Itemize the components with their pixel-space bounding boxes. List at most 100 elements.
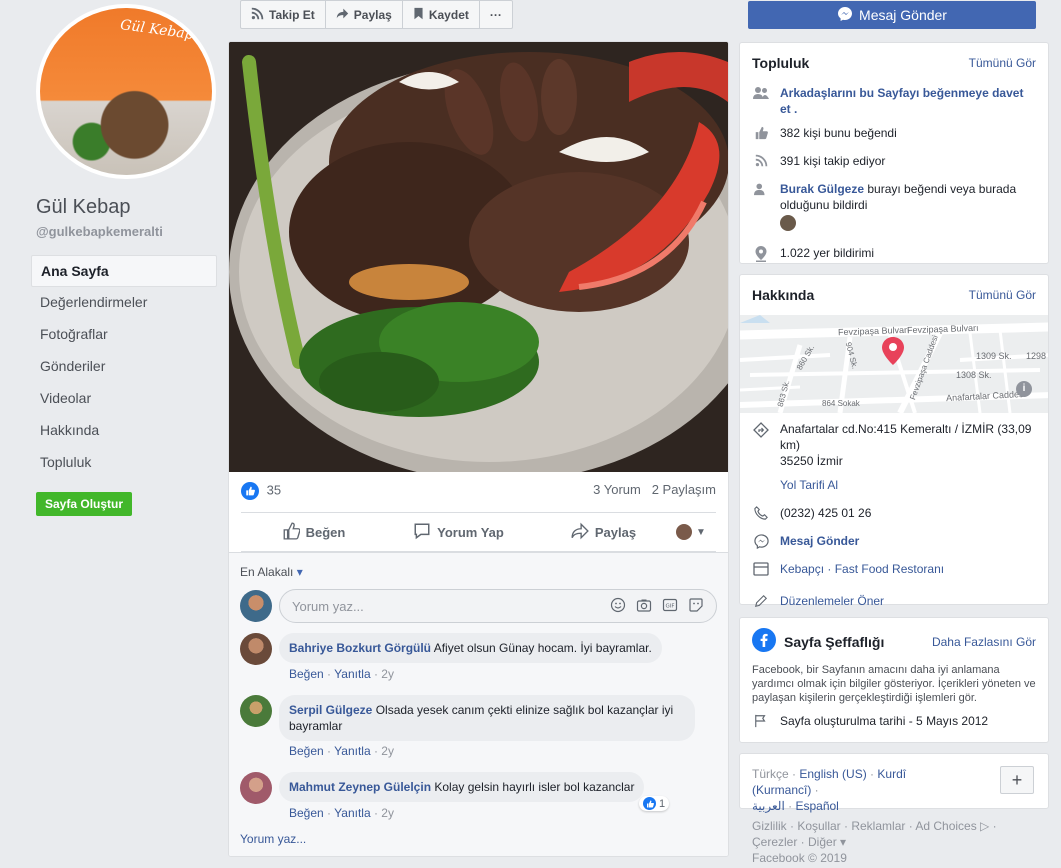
nav-item-videos[interactable]: Videolar [31, 383, 217, 415]
location-pin-icon [752, 245, 770, 262]
gif-icon[interactable]: GIF [662, 597, 678, 616]
about-send-message-link[interactable]: Mesaj Gönder [780, 533, 859, 549]
comment-reaction-count: 1 [659, 797, 666, 810]
sticker-icon[interactable] [688, 597, 704, 616]
avatar[interactable] [240, 633, 272, 665]
nav-item-community[interactable]: Topluluk [31, 447, 217, 479]
chevron-down-icon: ▼ [696, 526, 706, 538]
comment-reply-link[interactable]: Yanıtla [334, 667, 370, 681]
community-see-all-link[interactable]: Tümünü Gör [969, 56, 1036, 70]
reaction-summary[interactable]: 35 [241, 482, 281, 500]
comment-like-link[interactable]: Beğen [289, 667, 324, 681]
avatar[interactable] [780, 215, 796, 231]
food-photo-drawing [229, 42, 728, 472]
more-languages-button[interactable]: + [1000, 766, 1034, 794]
nav-item-reviews[interactable]: Değerlendirmeler [31, 287, 217, 319]
invite-friends-icon [752, 85, 770, 100]
footer-links[interactable]: Gizlilik · Koşullar · Reklamlar · Ad Cho… [752, 818, 1042, 834]
phone-icon [752, 505, 770, 520]
nav-item-posts[interactable]: Gönderiler [31, 351, 217, 383]
send-message-button[interactable]: Mesaj Gönder [748, 1, 1036, 29]
checkin-friend-name[interactable]: Burak Gülgeze [780, 182, 864, 196]
category-icon [752, 561, 770, 576]
more-options-button[interactable]: ··· [480, 1, 512, 28]
location-map[interactable]: Fevzipaşa Bulvarı Fevzipaşa Bulvarı 860 … [740, 315, 1048, 413]
map-label: 1309 Sk. [976, 351, 1012, 361]
comment-like-link[interactable]: Beğen [289, 806, 324, 820]
language-link[interactable]: English (US) [799, 767, 866, 781]
map-label: 864 Sokak [822, 399, 860, 408]
community-title: Topluluk [752, 55, 810, 71]
comment-time[interactable]: 2y [381, 667, 394, 681]
comment-button[interactable]: Yorum Yap [386, 522, 531, 543]
about-see-all-link[interactable]: Tümünü Gör [969, 288, 1036, 302]
page-categories[interactable]: Kebapçı · Fast Food Restoranı [780, 561, 944, 577]
post-photo[interactable] [229, 42, 728, 472]
avatar[interactable] [240, 772, 272, 804]
comment-reply-link[interactable]: Yanıtla [334, 744, 370, 758]
checkin-friend-text: Burak Gülgeze burayı beğendi veya burada… [780, 181, 1036, 235]
comment-time[interactable]: 2y [381, 744, 394, 758]
like-label: Beğen [305, 524, 346, 540]
phone-number: (0232) 425 01 26 [780, 506, 872, 520]
language-link[interactable]: Español [795, 799, 838, 813]
comment-time[interactable]: 2y [381, 806, 394, 820]
language-link[interactable]: العربية [752, 799, 785, 813]
about-card: Hakkında Tümünü Gör Fevzipaşa Bulvarı Fe… [739, 274, 1049, 608]
nav-item-photos[interactable]: Fotoğraflar [31, 319, 217, 351]
thumbs-up-icon [752, 125, 770, 140]
comment-like-link[interactable]: Beğen [289, 744, 324, 758]
comment-sort-dropdown[interactable]: En Alakalı ▾ [240, 565, 303, 579]
suggest-edits-link[interactable]: Düzenlemeler Öner [780, 593, 884, 609]
emoji-icon[interactable] [610, 597, 626, 616]
share-post-button[interactable]: Paylaş [531, 522, 676, 543]
write-comment-link[interactable]: Yorum yaz... [240, 832, 306, 846]
comment-author[interactable]: Bahriye Bozkurt Görgülü [289, 641, 431, 655]
checkins-count-text: 1.022 yer bildirimi [780, 246, 875, 260]
rss-icon [251, 7, 264, 23]
avatar[interactable] [240, 695, 272, 727]
save-button[interactable]: Kaydet [403, 1, 480, 28]
get-directions-link[interactable]: Yol Tarifi Al [780, 477, 838, 493]
comment-count[interactable]: 3 Yorum [593, 482, 641, 497]
address-postal: 35250 İzmir [780, 454, 843, 468]
about-title: Hakkında [752, 287, 815, 303]
person-icon [752, 181, 770, 196]
create-page-button[interactable]: Sayfa Oluştur [36, 492, 133, 516]
nav-item-about[interactable]: Hakkında [31, 415, 217, 447]
comment-author[interactable]: Serpil Gülgeze [289, 703, 372, 717]
lang-sep: · [866, 767, 878, 781]
camera-icon[interactable] [636, 597, 652, 616]
post-card: 35 3 Yorum 2 Paylaşım Beğen Yorum Yap Pa… [228, 41, 729, 857]
transparency-more-link[interactable]: Daha Fazlasını Gör [932, 635, 1036, 649]
share-count[interactable]: 2 Paylaşım [652, 482, 716, 497]
invite-friends-link[interactable]: Arkadaşlarını bu Sayfayı beğenmeye davet… [780, 85, 1036, 117]
comment-meta: Beğen · Yanıtla · 2y [289, 806, 394, 820]
comment-bubble-icon [413, 522, 431, 543]
page-profile-picture[interactable]: Gül Kebap [36, 4, 216, 179]
follow-button[interactable]: Takip Et [241, 1, 326, 28]
share-page-button[interactable]: Paylaş [326, 1, 403, 28]
avatar[interactable] [240, 590, 272, 622]
comment-reply-link[interactable]: Yanıtla [334, 806, 370, 820]
like-button[interactable]: Beğen [241, 521, 386, 543]
pencil-icon [752, 593, 770, 608]
site-footer: Gizlilik · Koşullar · Reklamlar · Ad Cho… [752, 818, 1042, 866]
post-as-selector[interactable]: ▼ [676, 524, 716, 540]
comment-reactions[interactable]: 1 [639, 796, 670, 811]
footer-links-more[interactable]: Çerezler · Diğer ▾ [752, 834, 1042, 850]
avatar [676, 524, 692, 540]
comment-author[interactable]: Mahmut Zeynep Gülelçin [289, 780, 431, 794]
comment-input[interactable]: Yorum yaz... GIF [279, 589, 717, 623]
send-message-label: Mesaj Gönder [859, 7, 947, 23]
comment-bubble: Serpil Gülgeze Olsada yesek canım çekti … [279, 695, 695, 741]
map-info-icon[interactable]: i [1016, 381, 1032, 397]
page-handle[interactable]: @gulkebapkemeralti [36, 224, 163, 239]
page-action-toolbar: Takip Et Paylaş Kaydet ··· [240, 0, 513, 29]
map-label: 1298 [1026, 351, 1047, 361]
post-actions: Beğen Yorum Yap Paylaş ▼ [241, 512, 716, 552]
current-language: Türkçe [752, 767, 789, 781]
nav-item-home[interactable]: Ana Sayfa [31, 255, 217, 287]
facebook-logo-icon [752, 628, 776, 655]
page-title[interactable]: Gül Kebap [36, 196, 131, 219]
